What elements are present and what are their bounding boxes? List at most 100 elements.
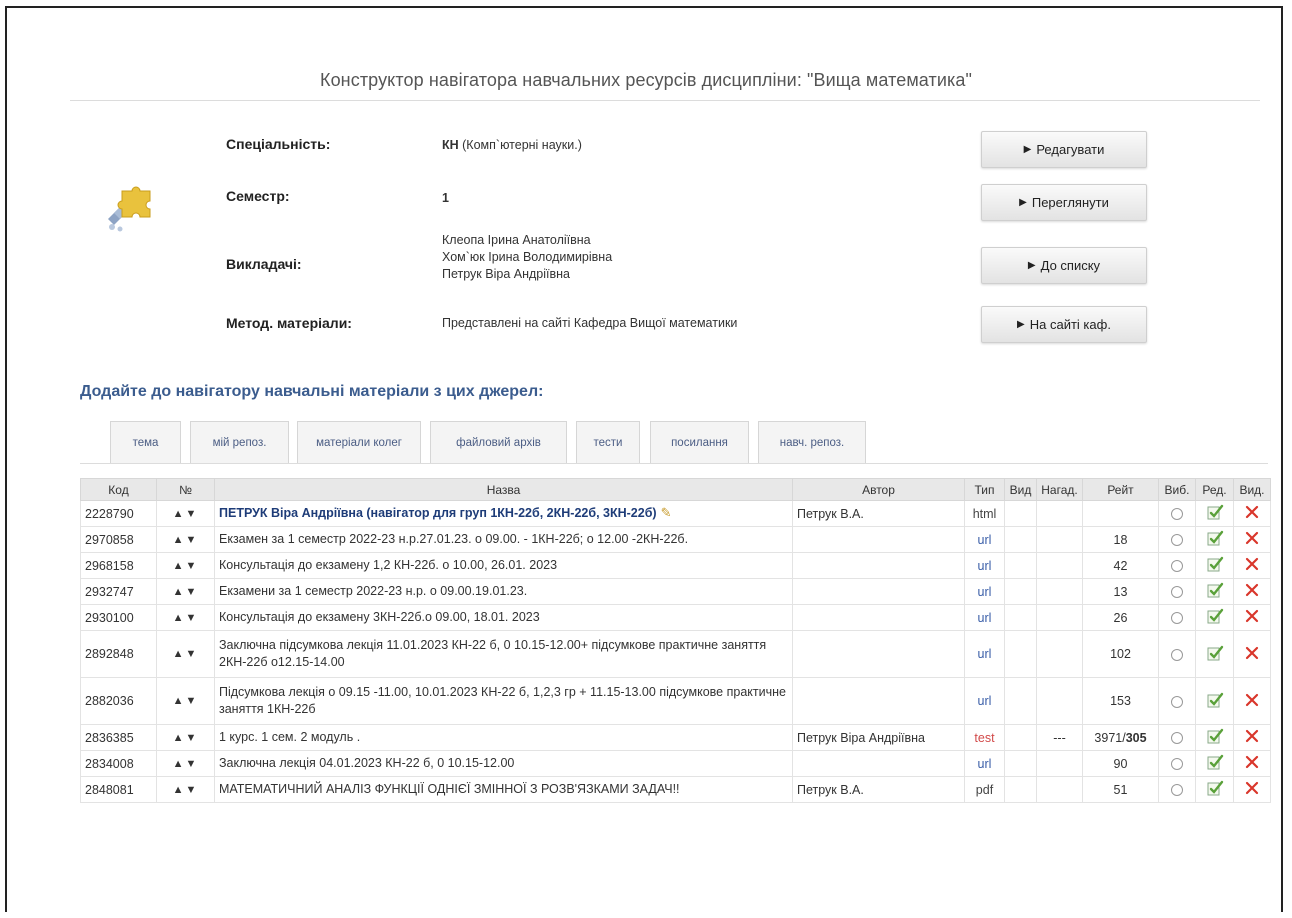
- edit-checkbox-icon[interactable]: [1206, 779, 1224, 797]
- up-arrow-icon[interactable]: ▲: [173, 758, 186, 770]
- row-title-link[interactable]: МАТЕМАТИЧНИЙ АНАЛІЗ ФУНКЦІЇ ОДНІЄЇ ЗМІНН…: [219, 781, 788, 798]
- play-triangle-icon: ▶: [1023, 144, 1032, 155]
- up-arrow-icon[interactable]: ▲: [173, 695, 186, 707]
- delete-icon[interactable]: [1245, 693, 1259, 707]
- row-title-link[interactable]: 1 курс. 1 сем. 2 модуль .: [219, 729, 788, 746]
- tab-topic[interactable]: тема: [110, 421, 181, 463]
- row-type: url: [964, 526, 1005, 553]
- down-arrow-icon[interactable]: ▼: [186, 534, 199, 546]
- down-arrow-icon[interactable]: ▼: [186, 758, 199, 770]
- semester-value: 1: [442, 191, 449, 205]
- row-title-link[interactable]: Консультація до екзамену 1,2 КН-22б. о 1…: [219, 557, 788, 574]
- row-code: 2892848: [80, 630, 157, 678]
- row-author: [792, 604, 965, 631]
- down-arrow-icon[interactable]: ▼: [186, 560, 199, 572]
- play-triangle-icon: ▶: [1017, 319, 1025, 330]
- col-view[interactable]: Вид: [1004, 478, 1037, 501]
- up-arrow-icon[interactable]: ▲: [173, 648, 186, 660]
- col-rating[interactable]: Рейт: [1082, 478, 1159, 501]
- edit-checkbox-icon[interactable]: [1206, 503, 1224, 521]
- row-rating: 3971/305: [1082, 724, 1159, 751]
- tab-links[interactable]: посилання: [650, 421, 749, 463]
- delete-icon[interactable]: [1245, 755, 1259, 769]
- col-title[interactable]: Назва: [214, 478, 793, 501]
- down-arrow-icon[interactable]: ▼: [186, 784, 199, 796]
- delete-icon[interactable]: [1245, 583, 1259, 597]
- tab-learning-repo[interactable]: навч. репоз.: [758, 421, 866, 463]
- delete-icon[interactable]: [1245, 781, 1259, 795]
- tab-colleagues[interactable]: матеріали колег: [297, 421, 421, 463]
- table-row: 2836385 ▲▼ 1 курс. 1 сем. 2 модуль . Петрук…: [80, 724, 1271, 751]
- select-radio[interactable]: [1171, 508, 1183, 521]
- to-list-button[interactable]: ▶ До списку: [981, 247, 1147, 284]
- row-view: [1004, 578, 1037, 605]
- row-title-cell: Підсумкова лекція о 09.15 -11.00, 10.01.…: [214, 677, 793, 725]
- select-radio[interactable]: [1171, 534, 1183, 547]
- col-type[interactable]: Тип: [964, 478, 1005, 501]
- edit-checkbox-icon[interactable]: [1206, 644, 1224, 662]
- dept-site-button[interactable]: ▶ На сайті каф.: [981, 306, 1147, 343]
- row-rating-value: 18: [1113, 532, 1128, 547]
- row-title-link[interactable]: Заключна лекція 04.01.2023 КН-22 б, 0 10…: [219, 755, 788, 772]
- edit-checkbox-icon[interactable]: [1206, 555, 1224, 573]
- down-arrow-icon[interactable]: ▼: [186, 648, 199, 660]
- select-radio[interactable]: [1171, 732, 1183, 745]
- row-title-link[interactable]: Консультація до екзамену 3КН-22б.о 09.00…: [219, 609, 788, 626]
- pencil-icon[interactable]: ✎: [661, 505, 672, 520]
- col-author[interactable]: Автор: [792, 478, 965, 501]
- delete-icon[interactable]: [1245, 729, 1259, 743]
- up-arrow-icon[interactable]: ▲: [173, 560, 186, 572]
- up-arrow-icon[interactable]: ▲: [173, 612, 186, 624]
- row-rating: 153: [1082, 677, 1159, 725]
- down-arrow-icon[interactable]: ▼: [186, 732, 199, 744]
- edit-checkbox-icon[interactable]: [1206, 753, 1224, 771]
- up-arrow-icon[interactable]: ▲: [173, 586, 186, 598]
- down-arrow-icon[interactable]: ▼: [186, 695, 199, 707]
- down-arrow-icon[interactable]: ▼: [186, 612, 199, 624]
- col-code[interactable]: Код: [80, 478, 157, 501]
- row-order-arrows: ▲▼: [156, 552, 215, 579]
- edit-button[interactable]: ▶ Редагувати: [981, 131, 1147, 168]
- select-radio[interactable]: [1171, 758, 1183, 771]
- row-remind: [1036, 552, 1083, 579]
- row-title-link[interactable]: ПЕТРУК Віра Андріївна (навігатор для гру…: [219, 506, 657, 520]
- up-arrow-icon[interactable]: ▲: [173, 784, 186, 796]
- table-row: 2968158 ▲▼ Консультація до екзамену 1,2 КН…: [80, 552, 1271, 579]
- col-number[interactable]: №: [156, 478, 215, 501]
- select-radio[interactable]: [1171, 695, 1183, 708]
- row-author: [792, 677, 965, 725]
- edit-checkbox-icon[interactable]: [1206, 691, 1224, 709]
- select-radio[interactable]: [1171, 784, 1183, 797]
- up-arrow-icon[interactable]: ▲: [173, 732, 186, 744]
- edit-checkbox-icon[interactable]: [1206, 727, 1224, 745]
- row-type: html: [964, 500, 1005, 527]
- row-title-link[interactable]: Екзамен за 1 семестр 2022-23 н.р.27.01.2…: [219, 531, 788, 548]
- select-radio[interactable]: [1171, 648, 1183, 661]
- tab-my-repo[interactable]: мій репоз.: [190, 421, 289, 463]
- row-title-link[interactable]: Заключна підсумкова лекція 11.01.2023 КН…: [219, 637, 788, 671]
- down-arrow-icon[interactable]: ▼: [186, 508, 199, 520]
- row-remind: [1036, 630, 1083, 678]
- delete-icon[interactable]: [1245, 531, 1259, 545]
- edit-checkbox-icon[interactable]: [1206, 607, 1224, 625]
- edit-checkbox-icon[interactable]: [1206, 529, 1224, 547]
- delete-icon[interactable]: [1245, 557, 1259, 571]
- row-title-cell: МАТЕМАТИЧНИЙ АНАЛІЗ ФУНКЦІЇ ОДНІЄЇ ЗМІНН…: [214, 776, 793, 803]
- select-radio[interactable]: [1171, 612, 1183, 625]
- select-radio[interactable]: [1171, 586, 1183, 599]
- tab-tests[interactable]: тести: [576, 421, 640, 463]
- up-arrow-icon[interactable]: ▲: [173, 534, 186, 546]
- edit-checkbox-icon[interactable]: [1206, 581, 1224, 599]
- row-title-link[interactable]: Підсумкова лекція о 09.15 -11.00, 10.01.…: [219, 684, 788, 718]
- view-button[interactable]: ▶ Переглянути: [981, 184, 1147, 221]
- select-radio[interactable]: [1171, 560, 1183, 573]
- delete-icon[interactable]: [1245, 646, 1259, 660]
- tab-file-archive[interactable]: файловий архів: [430, 421, 567, 463]
- row-title-link[interactable]: Екзамени за 1 семестр 2022-23 н.р. о 09.…: [219, 583, 788, 600]
- down-arrow-icon[interactable]: ▼: [186, 586, 199, 598]
- delete-icon[interactable]: [1245, 609, 1259, 623]
- col-remind[interactable]: Нагад.: [1036, 478, 1083, 501]
- delete-icon[interactable]: [1245, 505, 1259, 519]
- row-remind: [1036, 500, 1083, 527]
- up-arrow-icon[interactable]: ▲: [173, 508, 186, 520]
